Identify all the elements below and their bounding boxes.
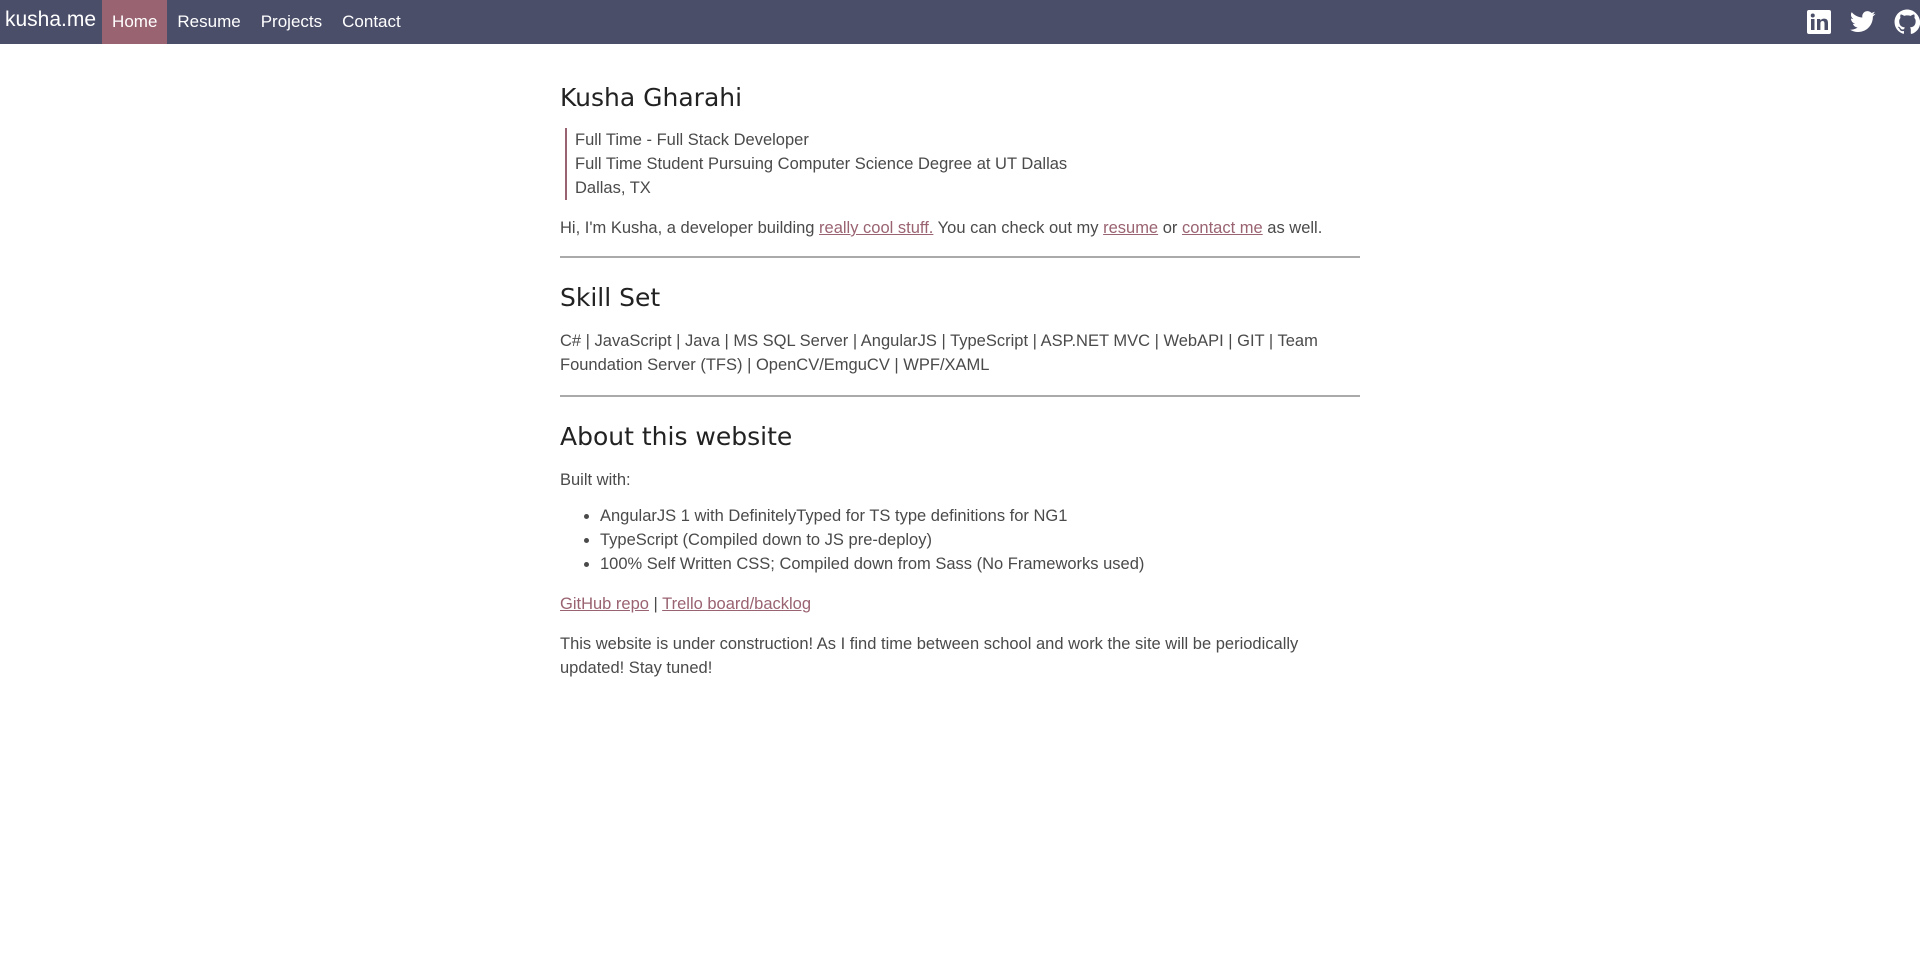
intro-paragraph: Hi, I'm Kusha, a developer building real…	[560, 216, 1360, 240]
top-navbar: kusha.me Home Resume Projects Contact	[0, 0, 1920, 44]
nav-home[interactable]: Home	[102, 0, 168, 44]
tagline-line: Dallas, TX	[575, 179, 651, 197]
skills-title: Skill Set	[560, 283, 661, 312]
tagline-block: Full Time - Full Stack Developer Full Ti…	[565, 128, 1360, 200]
github-repo-link[interactable]: GitHub repo	[560, 595, 649, 613]
intro-text: as well.	[1262, 219, 1323, 237]
list-item: AngularJS 1 with DefinitelyTyped for TS …	[600, 504, 1360, 528]
contact-me-link[interactable]: contact me	[1182, 219, 1263, 237]
section-divider	[560, 395, 1360, 397]
linkedin-icon[interactable]	[1806, 9, 1832, 35]
repo-links: GitHub repo | Trello board/backlog	[560, 592, 1360, 616]
nav-projects[interactable]: Projects	[251, 0, 332, 44]
link-separator: |	[648, 595, 663, 613]
page-title: Kusha Gharahi	[560, 83, 743, 112]
nav-resume[interactable]: Resume	[167, 0, 250, 44]
about-title: About this website	[560, 422, 793, 451]
construction-note: This website is under construction! As I…	[560, 635, 1299, 677]
twitter-icon[interactable]	[1850, 9, 1876, 35]
list-item: 100% Self Written CSS; Compiled down fro…	[600, 552, 1360, 576]
intro-text: Hi, I'm Kusha, a developer building	[560, 219, 820, 237]
section-divider	[560, 256, 1360, 258]
github-icon[interactable]	[1894, 9, 1920, 35]
tagline-line: Full Time - Full Stack Developer	[575, 131, 809, 149]
social-links	[1788, 0, 1920, 44]
trello-board-link[interactable]: Trello board/backlog	[662, 595, 811, 613]
nav-contact[interactable]: Contact	[332, 0, 411, 44]
skills-text: C# | JavaScript | Java | MS SQL Server |…	[560, 332, 1318, 374]
cool-stuff-link[interactable]: really cool stuff.	[819, 219, 933, 237]
resume-link[interactable]: resume	[1103, 219, 1158, 237]
brand-logo[interactable]: kusha.me	[0, 0, 102, 44]
main-content: Kusha Gharahi Full Time - Full Stack Dev…	[560, 60, 1360, 680]
list-item: TypeScript (Compiled down to JS pre-depl…	[600, 528, 1360, 552]
built-with-label: Built with:	[560, 471, 631, 489]
intro-text: You can check out my	[933, 219, 1104, 237]
built-with-list: AngularJS 1 with DefinitelyTyped for TS …	[560, 504, 1360, 576]
tagline-line: Full Time Student Pursuing Computer Scie…	[575, 155, 1068, 173]
intro-text: or	[1158, 219, 1182, 237]
